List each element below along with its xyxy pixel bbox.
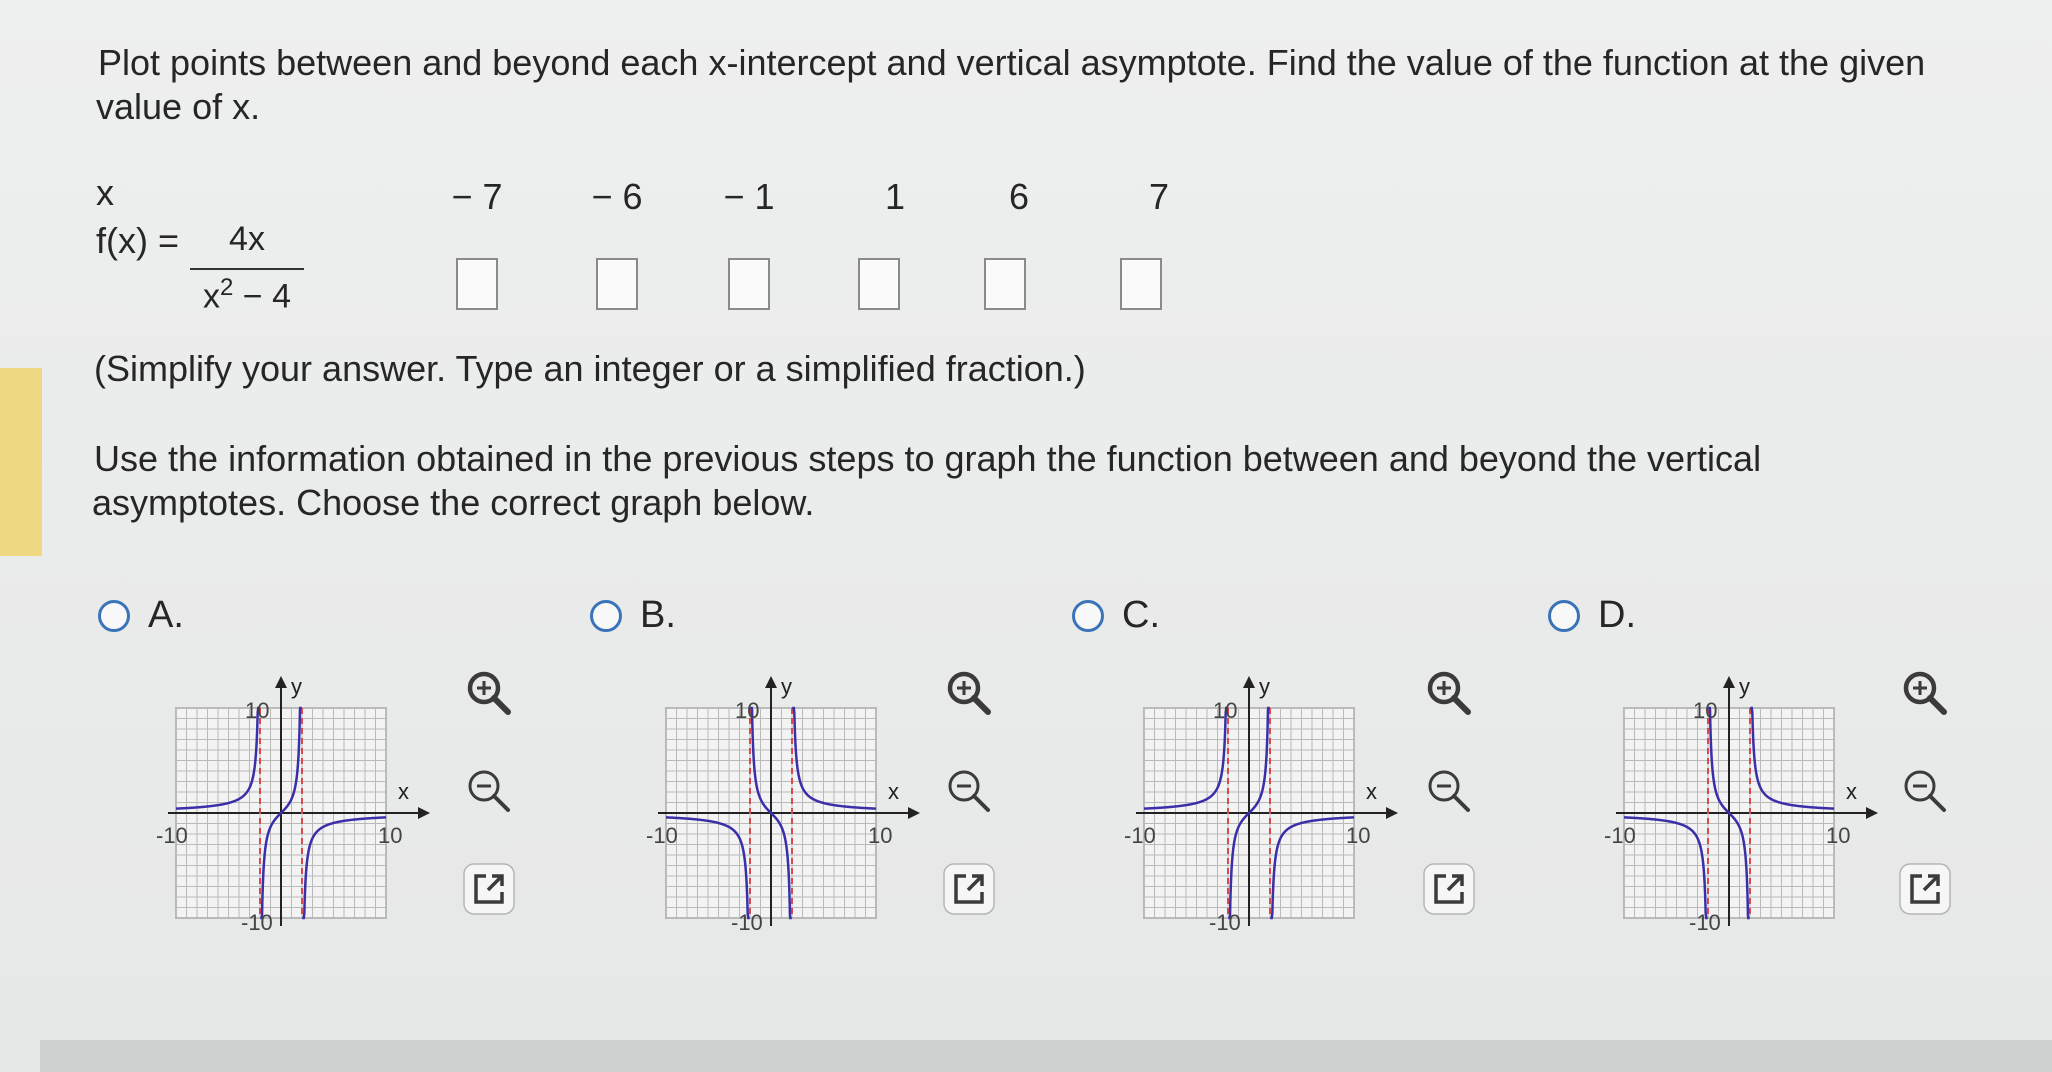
tick-label-xmax: 10 bbox=[378, 823, 402, 848]
x-axis-arrow bbox=[1386, 807, 1398, 819]
tick-label-ymin: -10 bbox=[1209, 910, 1241, 935]
tick-label-ymin: -10 bbox=[241, 910, 273, 935]
tick-label-xmin: -10 bbox=[1124, 823, 1156, 848]
graph-c[interactable]: y x 10 -10 -10 10 bbox=[1114, 668, 1414, 938]
tick-label-xmin: -10 bbox=[156, 823, 188, 848]
graph-b[interactable]: y x 10 -10 -10 10 bbox=[636, 668, 936, 938]
function-fraction: 4x x2 − 4 bbox=[190, 220, 304, 316]
x-axis-label: x bbox=[1846, 779, 1857, 804]
choice-c-label: C. bbox=[1122, 594, 1160, 636]
tools-d bbox=[1896, 658, 1956, 915]
open-external-icon[interactable] bbox=[940, 860, 998, 918]
x-axis-label: x bbox=[1366, 779, 1377, 804]
zoom-out-icon[interactable] bbox=[940, 762, 998, 820]
fraction-denominator: x2 − 4 bbox=[202, 274, 292, 316]
fraction-numerator: 4x bbox=[229, 220, 265, 258]
y-axis-label: y bbox=[1739, 674, 1750, 699]
tick-label-ymin: -10 bbox=[1689, 910, 1721, 935]
graph-a[interactable]: y x 10 -10 -10 10 bbox=[146, 668, 446, 938]
open-external-icon[interactable] bbox=[460, 860, 518, 918]
x-axis-arrow bbox=[908, 807, 920, 819]
y-axis-label: y bbox=[291, 674, 302, 699]
answer-input-3[interactable] bbox=[728, 258, 770, 310]
zoom-out-icon[interactable] bbox=[460, 762, 518, 820]
answer-input-4[interactable] bbox=[858, 258, 900, 310]
answer-input-6[interactable] bbox=[1120, 258, 1162, 310]
tick-label-ymax: 10 bbox=[245, 698, 269, 723]
x-value-1: − 7 bbox=[451, 176, 503, 217]
table-x-label: x bbox=[96, 172, 114, 213]
tick-label-xmax: 10 bbox=[1346, 823, 1370, 848]
table-fx-label: f(x) = bbox=[96, 220, 180, 261]
choice-b[interactable]: B. bbox=[590, 594, 676, 637]
zoom-in-icon[interactable] bbox=[940, 664, 998, 722]
y-axis-arrow bbox=[1243, 676, 1255, 688]
choice-a[interactable]: A. bbox=[98, 594, 184, 637]
tools-b bbox=[940, 658, 1000, 915]
radio-b[interactable] bbox=[590, 599, 622, 632]
graph-instruction-line-1: Use the information obtained in the prev… bbox=[94, 438, 1762, 479]
tick-label-xmax: 10 bbox=[868, 823, 892, 848]
bottom-scroll-strip[interactable] bbox=[40, 1040, 2052, 1072]
side-highlight-tab bbox=[0, 368, 42, 556]
y-axis-arrow bbox=[765, 676, 777, 688]
choice-c[interactable]: C. bbox=[1072, 594, 1160, 637]
tick-label-xmax: 10 bbox=[1826, 823, 1850, 848]
x-axis-label: x bbox=[398, 779, 409, 804]
fraction-bar bbox=[190, 268, 304, 270]
open-external-icon[interactable] bbox=[1896, 860, 1954, 918]
choice-d[interactable]: D. bbox=[1548, 594, 1636, 637]
x-axis-arrow bbox=[1866, 807, 1878, 819]
tick-label-xmin: -10 bbox=[1604, 823, 1636, 848]
x-value-4: 1 bbox=[884, 176, 906, 217]
tick-label-ymin: -10 bbox=[731, 910, 763, 935]
x-value-3: − 1 bbox=[723, 176, 775, 217]
y-axis-label: y bbox=[781, 674, 792, 699]
choice-b-label: B. bbox=[640, 594, 676, 636]
instruction-line-2: value of x. bbox=[96, 86, 261, 127]
x-value-6: 7 bbox=[1148, 176, 1170, 217]
x-value-5: 6 bbox=[1008, 176, 1030, 217]
hint-text: (Simplify your answer. Type an integer o… bbox=[94, 348, 1086, 389]
answer-input-2[interactable] bbox=[596, 258, 638, 310]
zoom-out-icon[interactable] bbox=[1896, 762, 1954, 820]
graph-instruction-line-2: asymptotes. Choose the correct graph bel… bbox=[92, 482, 815, 523]
radio-d[interactable] bbox=[1548, 599, 1580, 632]
choice-d-label: D. bbox=[1598, 594, 1636, 636]
x-axis-arrow bbox=[418, 807, 430, 819]
radio-c[interactable] bbox=[1072, 599, 1104, 632]
answer-input-5[interactable] bbox=[984, 258, 1026, 310]
x-value-2: − 6 bbox=[591, 176, 643, 217]
tick-label-ymax: 10 bbox=[1213, 698, 1237, 723]
y-axis-arrow bbox=[275, 676, 287, 688]
answer-input-1[interactable] bbox=[456, 258, 498, 310]
instruction-line-1: Plot points between and beyond each x-in… bbox=[98, 42, 1926, 83]
choice-a-label: A. bbox=[148, 594, 184, 636]
y-axis-arrow bbox=[1723, 676, 1735, 688]
zoom-in-icon[interactable] bbox=[1420, 664, 1478, 722]
y-axis-label: y bbox=[1259, 674, 1270, 699]
radio-a[interactable] bbox=[98, 599, 130, 632]
open-external-icon[interactable] bbox=[1420, 860, 1478, 918]
x-axis-label: x bbox=[888, 779, 899, 804]
tick-label-ymax: 10 bbox=[735, 698, 759, 723]
tools-a bbox=[460, 658, 520, 915]
tools-c bbox=[1420, 658, 1480, 915]
zoom-in-icon[interactable] bbox=[1896, 664, 1954, 722]
graph-d[interactable]: y x 10 -10 -10 10 bbox=[1594, 668, 1894, 938]
zoom-in-icon[interactable] bbox=[460, 664, 518, 722]
zoom-out-icon[interactable] bbox=[1420, 762, 1478, 820]
tick-label-xmin: -10 bbox=[646, 823, 678, 848]
tick-label-ymax: 10 bbox=[1693, 698, 1717, 723]
